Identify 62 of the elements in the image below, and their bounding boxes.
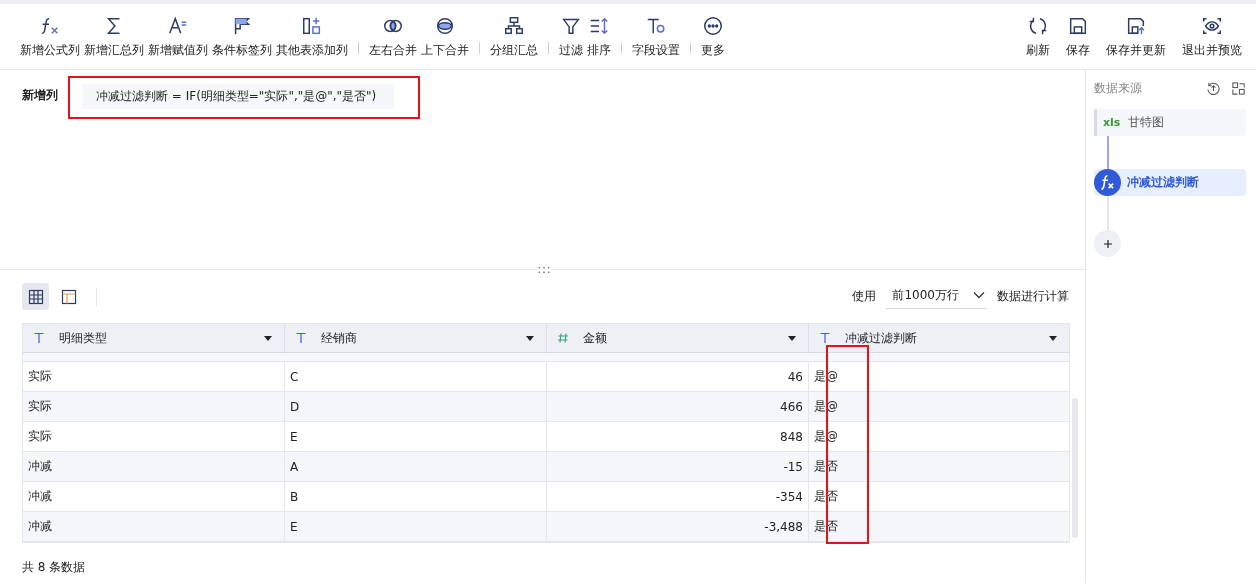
grid-view-button[interactable] xyxy=(22,283,49,310)
step-item[interactable]: 冲减过滤判断 xyxy=(1094,169,1246,196)
toolbar-button[interactable]: 保存 xyxy=(1058,10,1098,63)
history-icon[interactable] xyxy=(1206,81,1221,96)
sidebar-title: 数据来源 xyxy=(1094,80,1143,97)
toolbar-button[interactable]: 其他表添加列 xyxy=(274,10,350,63)
table-cell: 实际 xyxy=(23,392,285,422)
column-header[interactable]: 明细类型 xyxy=(23,324,285,353)
table-cell: 是否 xyxy=(809,512,1069,542)
toolbar-button[interactable]: 刷新 xyxy=(1018,10,1058,63)
table-cell: E xyxy=(285,512,547,542)
toolbar-button[interactable]: 保存并更新 xyxy=(1098,10,1174,63)
more-icon xyxy=(702,14,724,37)
toolbar-button[interactable]: 新增赋值列 xyxy=(146,10,210,63)
compute-label: 数据进行计算 xyxy=(997,288,1069,305)
file-type-label: xls xyxy=(1103,116,1121,129)
toolbar-button[interactable]: 排序 xyxy=(585,10,613,63)
source-item[interactable]: xls 甘特图 xyxy=(1094,109,1246,136)
add-step-button[interactable] xyxy=(1094,230,1121,257)
formula-icon xyxy=(1094,169,1121,196)
text-type-icon xyxy=(295,332,307,344)
text-type-icon xyxy=(33,332,45,344)
hash-icon xyxy=(557,332,569,344)
toolbar-button[interactable]: 新增公式列 xyxy=(18,10,82,63)
group-icon xyxy=(503,14,525,37)
toolbar-button[interactable]: 左右合并 xyxy=(367,10,419,63)
column-header[interactable]: 金额 xyxy=(547,324,809,353)
scrollbar-thumb[interactable] xyxy=(1072,398,1078,538)
row-count: 共 8 条数据 xyxy=(22,559,87,576)
toolbar-button[interactable]: 更多 xyxy=(699,10,727,63)
row-limit-dropdown[interactable]: 前1000万行 xyxy=(886,284,987,309)
toolbar-button[interactable]: 上下合并 xyxy=(419,10,471,63)
table-cell: 466 xyxy=(547,392,809,422)
chevron-down-icon xyxy=(973,291,985,299)
caret-icon[interactable] xyxy=(264,335,272,341)
plus-icon xyxy=(1102,238,1113,249)
use-label: 使用 xyxy=(852,288,877,305)
caret-icon[interactable] xyxy=(788,335,796,341)
toolbar-button[interactable]: 新增汇总列 xyxy=(82,10,146,63)
column-header[interactable]: 经销商 xyxy=(285,324,547,353)
toolbar-button[interactable]: 条件标签列 xyxy=(210,10,274,63)
toolbar-button[interactable]: 分组汇总 xyxy=(488,10,540,63)
table-cell: -3,488 xyxy=(547,512,809,542)
layout-switch-icon[interactable] xyxy=(1231,81,1246,96)
text-type-icon xyxy=(819,332,831,344)
layout-icon xyxy=(60,288,77,305)
table-cell: 冲减 xyxy=(23,512,285,542)
table-cell: 冲减 xyxy=(23,452,285,482)
formula-expression[interactable]: 冲减过滤判断 = IF(明细类型="实际","是@","是否") xyxy=(82,84,395,109)
table-cell: A xyxy=(285,452,547,482)
toolbar-button[interactable]: 过滤 xyxy=(557,10,585,63)
caret-icon[interactable] xyxy=(1049,335,1057,341)
formula-label: 新增列 xyxy=(22,87,58,104)
caret-icon[interactable] xyxy=(526,335,534,341)
table-cell: 是否 xyxy=(809,452,1069,482)
toolbar-button[interactable]: 退出并预览 xyxy=(1174,10,1250,63)
table-cell: D xyxy=(285,392,547,422)
column-header[interactable]: 冲减过滤判断 xyxy=(809,324,1069,353)
toolbar-button[interactable]: 字段设置 xyxy=(630,10,682,63)
drag-handle-icon[interactable] xyxy=(537,265,551,275)
grid-icon xyxy=(27,288,44,305)
table-cell: -15 xyxy=(547,452,809,482)
